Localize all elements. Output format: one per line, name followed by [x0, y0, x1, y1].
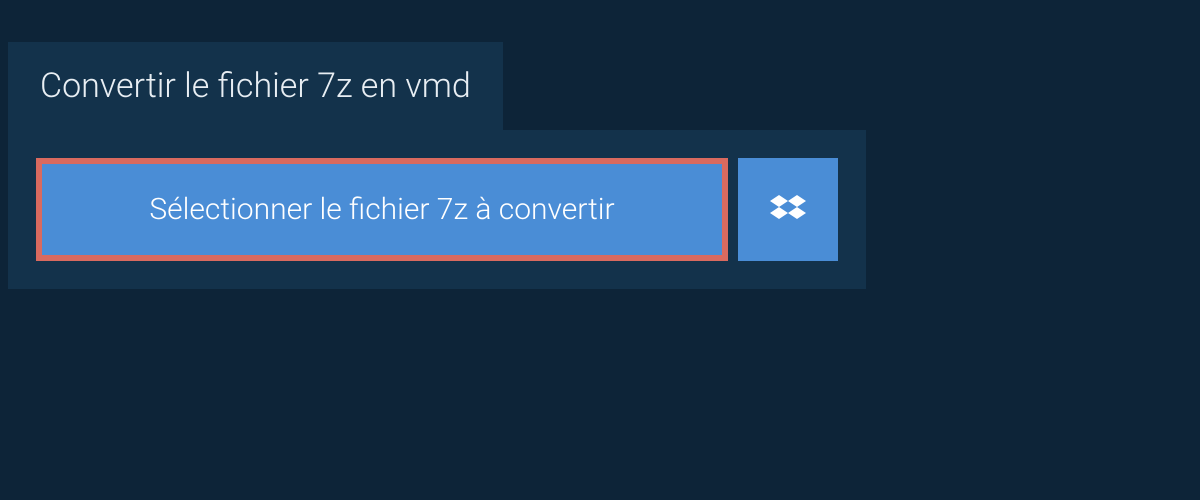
upload-panel: Sélectionner le fichier 7z à convertir [8, 130, 866, 289]
page-title: Convertir le fichier 7z en vmd [8, 42, 503, 130]
select-file-label: Sélectionner le fichier 7z à convertir [149, 192, 614, 227]
dropbox-button[interactable] [738, 158, 838, 261]
select-file-button[interactable]: Sélectionner le fichier 7z à convertir [36, 158, 728, 261]
button-row: Sélectionner le fichier 7z à convertir [36, 158, 838, 261]
dropbox-icon [770, 192, 806, 228]
